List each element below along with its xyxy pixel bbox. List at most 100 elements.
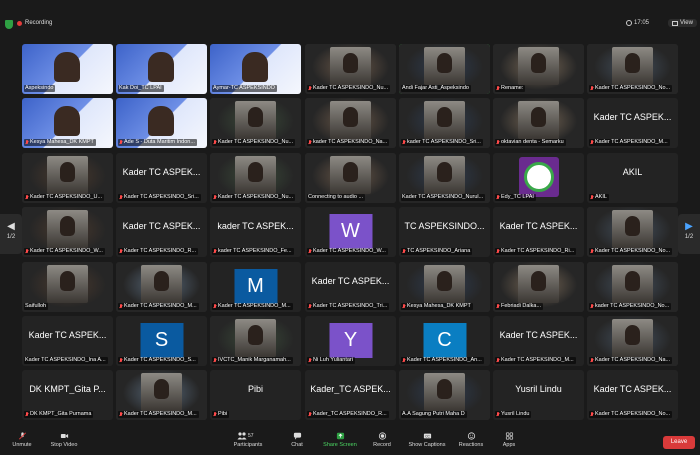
muted-mic-icon <box>213 139 217 146</box>
participant-tile[interactable]: Edy_TC LPAI <box>493 153 584 203</box>
participant-name-label: Kader TC ASPEKSINDO_M... <box>118 303 199 310</box>
participant-tile[interactable]: kader TC ASPEKSINDO_No... <box>587 262 678 312</box>
participant-tile[interactable]: Kader TC ASPEKSINDO_Na... <box>587 316 678 366</box>
muted-mic-icon <box>496 248 500 255</box>
participant-tile[interactable]: Aymar-TC ASPEKSINDO <box>210 44 301 94</box>
participant-tile[interactable]: M Kader TC ASPEKSINDO_M... <box>210 262 301 312</box>
participant-tile[interactable]: W Kader TC ASPEKSINDO_W... <box>305 207 396 257</box>
participant-tile[interactable]: Kader TC ASPEKSINDO_Nu... <box>210 98 301 148</box>
participant-tile[interactable]: Kader TC ASPEK... Kader TC ASPEKSINDO_M..… <box>493 316 584 366</box>
share-screen-button[interactable]: Share Screen <box>320 432 360 448</box>
participant-name-text: Rename: <box>501 85 524 91</box>
participant-tile[interactable]: Febriadi Dalka... <box>493 262 584 312</box>
stop-video-button[interactable]: Stop Video <box>45 432 83 448</box>
apps-button[interactable]: Apps <box>498 432 520 448</box>
participant-tile[interactable]: Kader TC ASPEK... Kader TC ASPEKSINDO_Ina… <box>22 316 113 366</box>
participant-video-frame <box>612 319 653 357</box>
participant-tile[interactable]: Kader TC ASPEKSINDO_Nu... <box>210 153 301 203</box>
record-button[interactable]: Record <box>370 432 394 448</box>
participant-tile[interactable]: Kader TC ASPEK... Kader TC ASPEKSINDO_Sri… <box>116 153 207 203</box>
participant-tile[interactable]: kader TC ASPEKSINDO_Na... <box>305 98 396 148</box>
participant-tile[interactable]: Kader_TC ASPEK... Kader_TC ASPEKSINDO_R..… <box>305 370 396 420</box>
participant-name-text: Kader TC ASPEKSINDO_Na... <box>595 357 671 363</box>
participants-count: 57 <box>248 433 254 439</box>
participant-tile[interactable]: A.A Sagung Putri Maha D <box>399 370 490 420</box>
unmute-button[interactable]: Unmute <box>8 432 36 448</box>
security-shield-icon[interactable] <box>5 20 13 29</box>
participant-tile[interactable]: Ade S - Duta Maritim Indon... <box>116 98 207 148</box>
participant-tile[interactable]: AKIL AKIL <box>587 153 678 203</box>
participant-tile[interactable]: Kader TC ASPEK... Kader TC ASPEKSINDO_No.… <box>587 370 678 420</box>
participant-tile[interactable]: Kader TC ASPEK... Kader TC ASPEKSINDO_R..… <box>116 207 207 257</box>
participant-name-text: Edy_TC LPAI <box>501 194 534 200</box>
participant-tile[interactable]: Connecting to audio ... <box>305 153 396 203</box>
next-page-button[interactable]: ▶ 1/2 <box>678 214 700 254</box>
participant-display-name: Kader_TC ASPEK... <box>310 384 391 394</box>
participant-name-text: A.A Sagung Putri Maha D <box>402 411 465 417</box>
muted-mic-icon <box>308 357 312 364</box>
participants-button[interactable]: 57 Participants <box>228 432 268 448</box>
zoom-meeting-window: Recording 17:05 View ◀ 1/2 ▶ 1/2 Aspeksi… <box>0 0 700 455</box>
participant-display-name: Kader TC ASPEK... <box>593 112 672 122</box>
participant-tile[interactable]: Kader TC ASPEKSINDO_M... <box>116 262 207 312</box>
participant-silhouette <box>343 107 358 127</box>
participant-name-label: Ni Luh Yuliantari <box>307 357 355 364</box>
participant-tile[interactable]: Aspeksindo <box>22 44 113 94</box>
participant-tile[interactable]: Kader TC ASPEKSINDO_Nurul... <box>399 153 490 203</box>
participant-tile[interactable]: S Kader TC ASPEKSINDO_S... <box>116 316 207 366</box>
participant-tile[interactable]: Kader TC ASPEKSINDO_Nu... <box>305 44 396 94</box>
participant-name-label: A.A Sagung Putri Maha D <box>401 411 467 418</box>
participant-tile[interactable]: Kader TC ASPEKSINDO_W... <box>22 207 113 257</box>
participant-name-text: Febriadi Dalka... <box>501 303 542 309</box>
participant-name-text: Kader TC ASPEKSINDO_Sri... <box>124 194 199 200</box>
participant-tile[interactable]: Kader TC ASPEKSINDO_U... <box>22 153 113 203</box>
participant-video-frame <box>424 101 465 139</box>
participant-tile[interactable]: Kader TC ASPEK... Kader TC ASPEKSINDO_Ri.… <box>493 207 584 257</box>
recording-indicator[interactable]: Recording <box>17 20 52 26</box>
participant-tile[interactable]: Kader TC ASPEK... Kader TC ASPEKSINDO_M..… <box>587 98 678 148</box>
participant-name-label: Kader TC ASPEKSINDO_No... <box>589 248 673 255</box>
participant-name-text: IVCTC_Manik Marganamah... <box>218 357 291 363</box>
participant-tile[interactable]: Y Ni Luh Yuliantari <box>305 316 396 366</box>
participant-name-text: Kader TC ASPEKSINDO_W... <box>313 248 386 254</box>
participant-tile[interactable]: Kesya Mahesa_DK KMPT <box>22 98 113 148</box>
leave-button[interactable]: Leave <box>663 436 695 449</box>
page-indicator-right: 1/2 <box>684 234 694 240</box>
participant-name-text: Kader TC ASPEKSINDO_W... <box>30 248 103 254</box>
reactions-button[interactable]: Reactions <box>456 432 486 448</box>
participant-tile[interactable]: Saifulloh <box>22 262 113 312</box>
participant-silhouette <box>437 107 452 127</box>
participant-tile[interactable]: kader TC ASPEK... kader TC ASPEKSINDO_Fe.… <box>210 207 301 257</box>
participant-tile[interactable]: Kader TC ASPEK... Kader TC ASPEKSINDO_Tri… <box>305 262 396 312</box>
participant-tile[interactable]: Yusril Lindu Yusril Lindu <box>493 370 584 420</box>
participant-name-label: Kader TC ASPEKSINDO_R... <box>118 248 199 255</box>
chat-button[interactable]: Chat <box>286 432 308 448</box>
participant-name-text: Kader TC ASPEKSINDO_M... <box>124 411 197 417</box>
previous-page-button[interactable]: ◀ 1/2 <box>0 214 22 254</box>
participant-tile[interactable]: C Kader TC ASPEKSINDO_An... <box>399 316 490 366</box>
participant-video-frame <box>141 265 182 303</box>
participant-tile[interactable]: Kader TC ASPEKSINDO_M... <box>116 370 207 420</box>
participant-tile[interactable]: TC ASPEKSINDO... TC ASPEKSINDO_Ariana <box>399 207 490 257</box>
participant-video-face <box>148 52 174 82</box>
participant-name-label: Aspeksindo <box>24 85 56 92</box>
participant-display-name: Kader TC ASPEK... <box>122 221 201 231</box>
participant-tile[interactable]: Kader TC ASPEKSINDO_No... <box>587 44 678 94</box>
view-button[interactable]: View <box>668 19 697 27</box>
participant-tile[interactable]: DK KMPT_Gita P... DK KMPT_Gita Purnama <box>22 370 113 420</box>
participant-tile[interactable]: IVCTC_Manik Marganamah... <box>210 316 301 366</box>
participant-tile[interactable]: Kesya Mahesa_DK KMPT <box>399 262 490 312</box>
muted-mic-icon <box>213 357 217 364</box>
participant-tile[interactable]: oktavian denta - Semarku <box>493 98 584 148</box>
participant-name-label: Kader TC ASPEKSINDO_Nurul... <box>401 194 486 201</box>
participant-tile[interactable]: kader TC ASPEKSINDO_Sri... <box>399 98 490 148</box>
participant-name-text: Pibi <box>218 411 228 417</box>
show-captions-button[interactable]: CC Show Captions <box>405 432 449 448</box>
participant-name-text: kader TC ASPEKSINDO_No... <box>595 303 670 309</box>
participant-tile[interactable]: Andi Fajar Asti_Aspeksindo <box>399 44 490 94</box>
participant-tile[interactable]: Kak Doi_TC LPAI <box>116 44 207 94</box>
participant-tile[interactable]: Pibi Pibi <box>210 370 301 420</box>
participant-tile[interactable]: Kader TC ASPEKSINDO_No... <box>587 207 678 257</box>
participant-name-label: Kak Doi_TC LPAI <box>118 85 164 92</box>
participant-tile[interactable]: Rename: <box>493 44 584 94</box>
